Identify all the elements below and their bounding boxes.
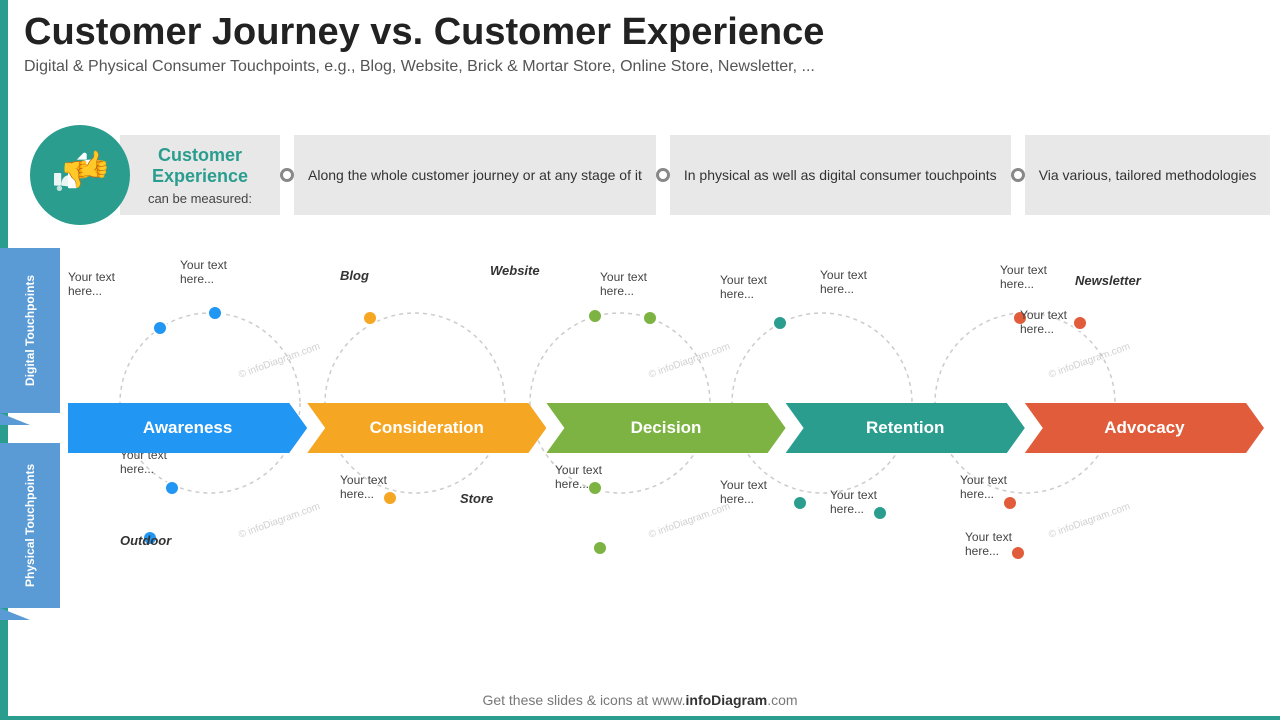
footer-text: Get these slides & icons at www.	[482, 692, 685, 708]
footer-brand: infoDiagram	[686, 692, 768, 708]
label-physical-advocacy-1: Your texthere...	[960, 473, 1007, 501]
info-box-3: Via various, tailored methodologies	[1025, 135, 1271, 215]
stage-advocacy: Advocacy	[1025, 403, 1264, 453]
page-title: Customer Journey vs. Customer Experience	[24, 12, 1256, 54]
label-physical-advocacy-2: Your texthere...	[965, 530, 1012, 558]
dot-digital-5	[773, 316, 787, 330]
connector-1	[280, 168, 294, 182]
cx-label-sub: can be measured:	[148, 191, 252, 206]
label-digital-advocacy-1: Your texthere...	[1000, 263, 1047, 291]
label-digital-blog: Blog	[340, 268, 369, 283]
conn-dot-2	[656, 168, 670, 182]
stages-row: Awareness Consideration Decision Retenti…	[68, 403, 1264, 453]
label-digital-advocacy-2: Your texthere...	[1020, 308, 1067, 336]
bottom-accent-bar	[0, 716, 1280, 720]
connector-2	[656, 168, 670, 182]
stage-retention: Retention	[786, 403, 1025, 453]
dot-digital-7	[1073, 316, 1087, 330]
footer-suffix: .com	[767, 692, 797, 708]
label-digital-website: Website	[490, 263, 540, 278]
svg-text:👍: 👍	[78, 149, 110, 179]
dot-physical-5	[793, 496, 807, 510]
page-subtitle: Digital & Physical Consumer Touchpoints,…	[24, 58, 1256, 76]
info-box-2: In physical as well as digital consumer …	[670, 135, 1011, 215]
dot-digital-1	[153, 321, 167, 335]
side-label-digital: Digital Touchpoints	[0, 248, 60, 413]
dot-physical-4b	[593, 541, 607, 555]
label-digital-awareness-2: Your texthere...	[180, 258, 227, 286]
watermark-5: © infoDiagram.com	[647, 501, 731, 541]
label-digital-awareness-1: Your texthere...	[68, 270, 115, 298]
label-physical-retention-2: Your texthere...	[830, 488, 877, 516]
label-physical-decision: Your texthere...	[555, 463, 602, 491]
label-digital-newsletter: Newsletter	[1075, 273, 1141, 288]
connector-3	[1011, 168, 1025, 182]
dot-digital-4	[643, 311, 657, 325]
dot-digital-website	[588, 309, 602, 323]
label-physical-outdoor: Outdoor	[120, 533, 171, 548]
side-label-arrow-digital	[0, 413, 30, 425]
label-digital-retention-2: Your texthere...	[820, 268, 867, 296]
label-physical-consideration: Your texthere...	[340, 473, 387, 501]
cx-label-box: Customer Experience can be measured:	[120, 135, 280, 215]
info-box-1: Along the whole customer journey or at a…	[294, 135, 656, 215]
dot-digital-blog	[363, 311, 377, 325]
cx-section: 👎 👍 Customer Experience can be measured:…	[30, 120, 1256, 230]
stage-awareness: Awareness	[68, 403, 307, 453]
label-digital-retention: Your texthere...	[720, 273, 767, 301]
label-physical-retention-1: Your texthere...	[720, 478, 767, 506]
stage-consideration: Consideration	[307, 403, 546, 453]
footer: Get these slides & icons at www.infoDiag…	[0, 692, 1280, 708]
watermark-2: © infoDiagram.com	[647, 341, 731, 381]
dot-physical-8	[1011, 546, 1025, 560]
watermark-6: © infoDiagram.com	[1047, 501, 1131, 541]
label-physical-store: Store	[460, 491, 493, 506]
cx-icon-circle: 👎 👍	[30, 125, 130, 225]
dot-digital-2	[208, 306, 222, 320]
label-digital-website-2: Your texthere...	[600, 270, 647, 298]
cx-label-main: Customer Experience	[140, 145, 260, 187]
dot-physical-1	[165, 481, 179, 495]
conn-dot-1	[280, 168, 294, 182]
thumbs-icon: 👎 👍	[50, 145, 110, 205]
side-label-physical: Physical Touchpoints	[0, 443, 60, 608]
watermark-4: © infoDiagram.com	[237, 501, 321, 541]
stage-decision: Decision	[546, 403, 785, 453]
journey-section: Digital Touchpoints Physical Touchpoints	[0, 248, 1280, 608]
watermark-3: © infoDiagram.com	[1047, 341, 1131, 381]
conn-dot-3	[1011, 168, 1025, 182]
side-label-arrow-physical	[0, 608, 30, 620]
header: Customer Journey vs. Customer Experience…	[24, 12, 1256, 76]
watermark-1: © infoDiagram.com	[237, 341, 321, 381]
